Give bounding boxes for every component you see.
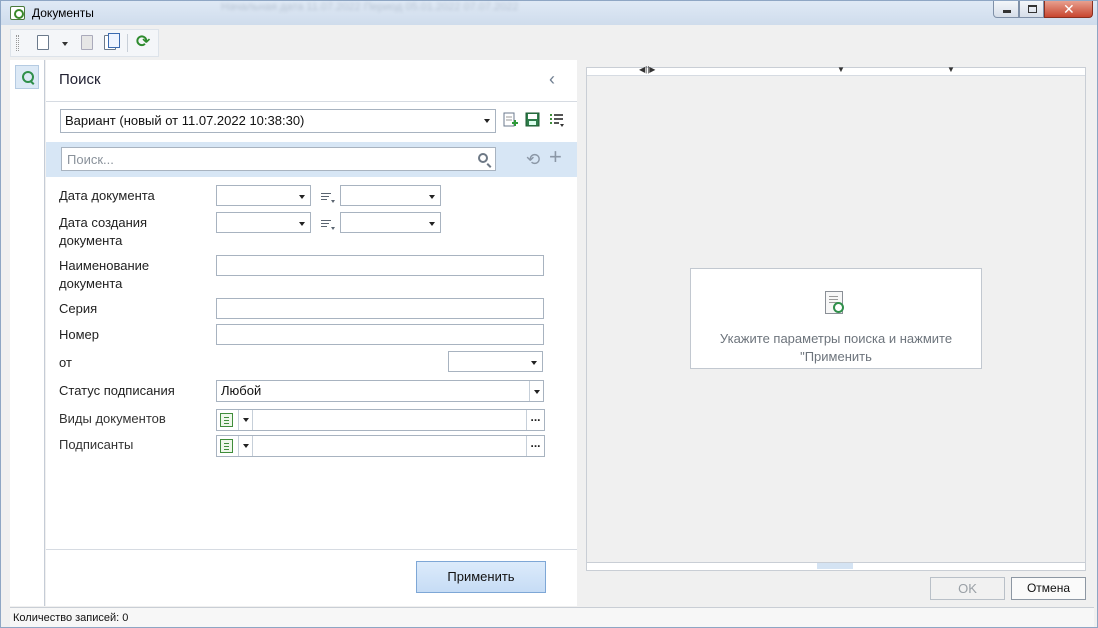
splitter-handle[interactable] [817,563,853,569]
chevron-down-icon [534,390,540,394]
toolbar-separator [127,34,128,52]
results-footer [587,562,1085,570]
search-bar: Поиск... ⟲ + [46,142,577,177]
label-doc-types: Виды документов [59,411,166,426]
search-input[interactable]: Поиск... [61,147,496,171]
cancel-button[interactable]: Отмена [1011,577,1086,600]
panel-title: Поиск [59,71,101,88]
browse-button[interactable]: ... [526,410,544,430]
column-marker-icon: ▼ [947,65,955,74]
column-marker-icon: ▼ [837,65,845,74]
side-strip [10,60,45,606]
list-icon[interactable] [220,439,233,453]
series-input[interactable] [216,298,544,319]
reset-icon[interactable]: ⟲ [526,151,540,168]
label-name-1: Наименование [59,258,150,273]
sign-status-select[interactable]: Любой [216,380,544,402]
number-input[interactable] [216,324,544,345]
add-icon[interactable]: + [549,146,562,168]
search-icon[interactable] [478,153,488,163]
hint-line-1: Укажите параметры поиска и нажмите [719,331,953,346]
chevron-down-icon [299,195,305,199]
search-placeholder: Поиск... [67,152,114,167]
copy-document-icon[interactable] [104,33,120,50]
toolbar: ⟳ [10,29,159,57]
variant-value: Вариант (новый от 11.07.2022 10:38:30) [65,113,305,128]
minimize-button[interactable] [993,1,1019,18]
from-date-select[interactable] [448,351,543,372]
name-input[interactable] [216,255,544,276]
doc-types-lookup[interactable]: ... [216,409,545,431]
label-create-date-2: документа [59,233,123,248]
save-variant-icon[interactable] [525,112,541,129]
chevron-down-icon [429,195,435,199]
documents-window: Документы Начальная дата 11.07.2022 Пери… [0,0,1098,628]
results-header: ◀||▶ ▼ ▼ [587,65,1085,76]
search-hint-text: Укажите параметры поиска и нажмите "Прим… [691,330,981,366]
minimize-icon [1003,10,1011,13]
create-date-to[interactable] [340,212,441,233]
ok-button[interactable]: OK [930,577,1005,600]
doc-date-from[interactable] [216,185,311,206]
label-sign-status: Статус подписания [59,383,175,398]
document-search-icon [825,291,844,314]
record-count: Количество записей: 0 [13,612,129,624]
column-resize-icon[interactable]: ◀||▶ [639,65,655,74]
refresh-icon[interactable]: ⟳ [136,33,152,50]
label-doc-date: Дата документа [59,188,155,203]
chevron-down-icon[interactable] [238,436,253,456]
variant-list-icon[interactable] [549,112,565,129]
close-button[interactable]: ✕ [1044,1,1093,18]
app-icon [10,6,25,20]
status-bar: Количество записей: 0 [10,607,1094,627]
combo-divider [529,381,530,401]
hint-line-2: "Применить [800,349,872,364]
chevron-down-icon [429,222,435,226]
close-icon: ✕ [1063,1,1075,17]
doc-date-to[interactable] [340,185,441,206]
date-period-icon[interactable] [321,193,335,203]
title-bar: Документы Начальная дата 11.07.2022 Пери… [1,1,1097,25]
create-date-from[interactable] [216,212,311,233]
collapse-panel-icon[interactable]: ‹ [549,69,555,90]
label-signers: Подписанты [59,437,134,452]
sign-status-value: Любой [221,383,262,398]
list-icon[interactable] [220,413,233,427]
label-number: Номер [59,327,100,342]
search-panel-toggle-icon[interactable] [15,65,39,89]
search-hint-box: Укажите параметры поиска и нажмите "Прим… [690,268,982,369]
chevron-down-icon[interactable] [238,410,253,430]
divider [46,101,577,102]
toolbar-grip[interactable] [16,35,19,51]
label-from: от [59,355,72,370]
background-window-text: Начальная дата 11.07.2022 Период 05.01.2… [221,1,519,13]
label-create-date-1: Дата создания [59,215,148,230]
search-panel: Поиск ‹ Вариант (новый от 11.07.2022 10:… [46,60,577,606]
chevron-down-icon [531,361,537,365]
chevron-down-icon [484,119,490,123]
new-variant-icon[interactable] [503,112,519,129]
date-period-icon[interactable] [321,220,335,230]
window-title: Документы [32,6,94,20]
new-document-icon[interactable] [37,35,49,50]
divider [46,549,577,550]
signers-lookup[interactable]: ... [216,435,545,457]
chevron-down-icon [299,222,305,226]
apply-button[interactable]: Применить [416,561,546,593]
maximize-button[interactable] [1019,1,1044,18]
edit-document-icon[interactable] [81,35,93,50]
label-name-2: документа [59,276,123,291]
maximize-icon [1028,5,1037,13]
new-document-dropdown-icon[interactable] [62,42,68,46]
variant-select[interactable]: Вариант (новый от 11.07.2022 10:38:30) [60,109,496,133]
label-series: Серия [59,301,98,316]
browse-button[interactable]: ... [526,436,544,456]
